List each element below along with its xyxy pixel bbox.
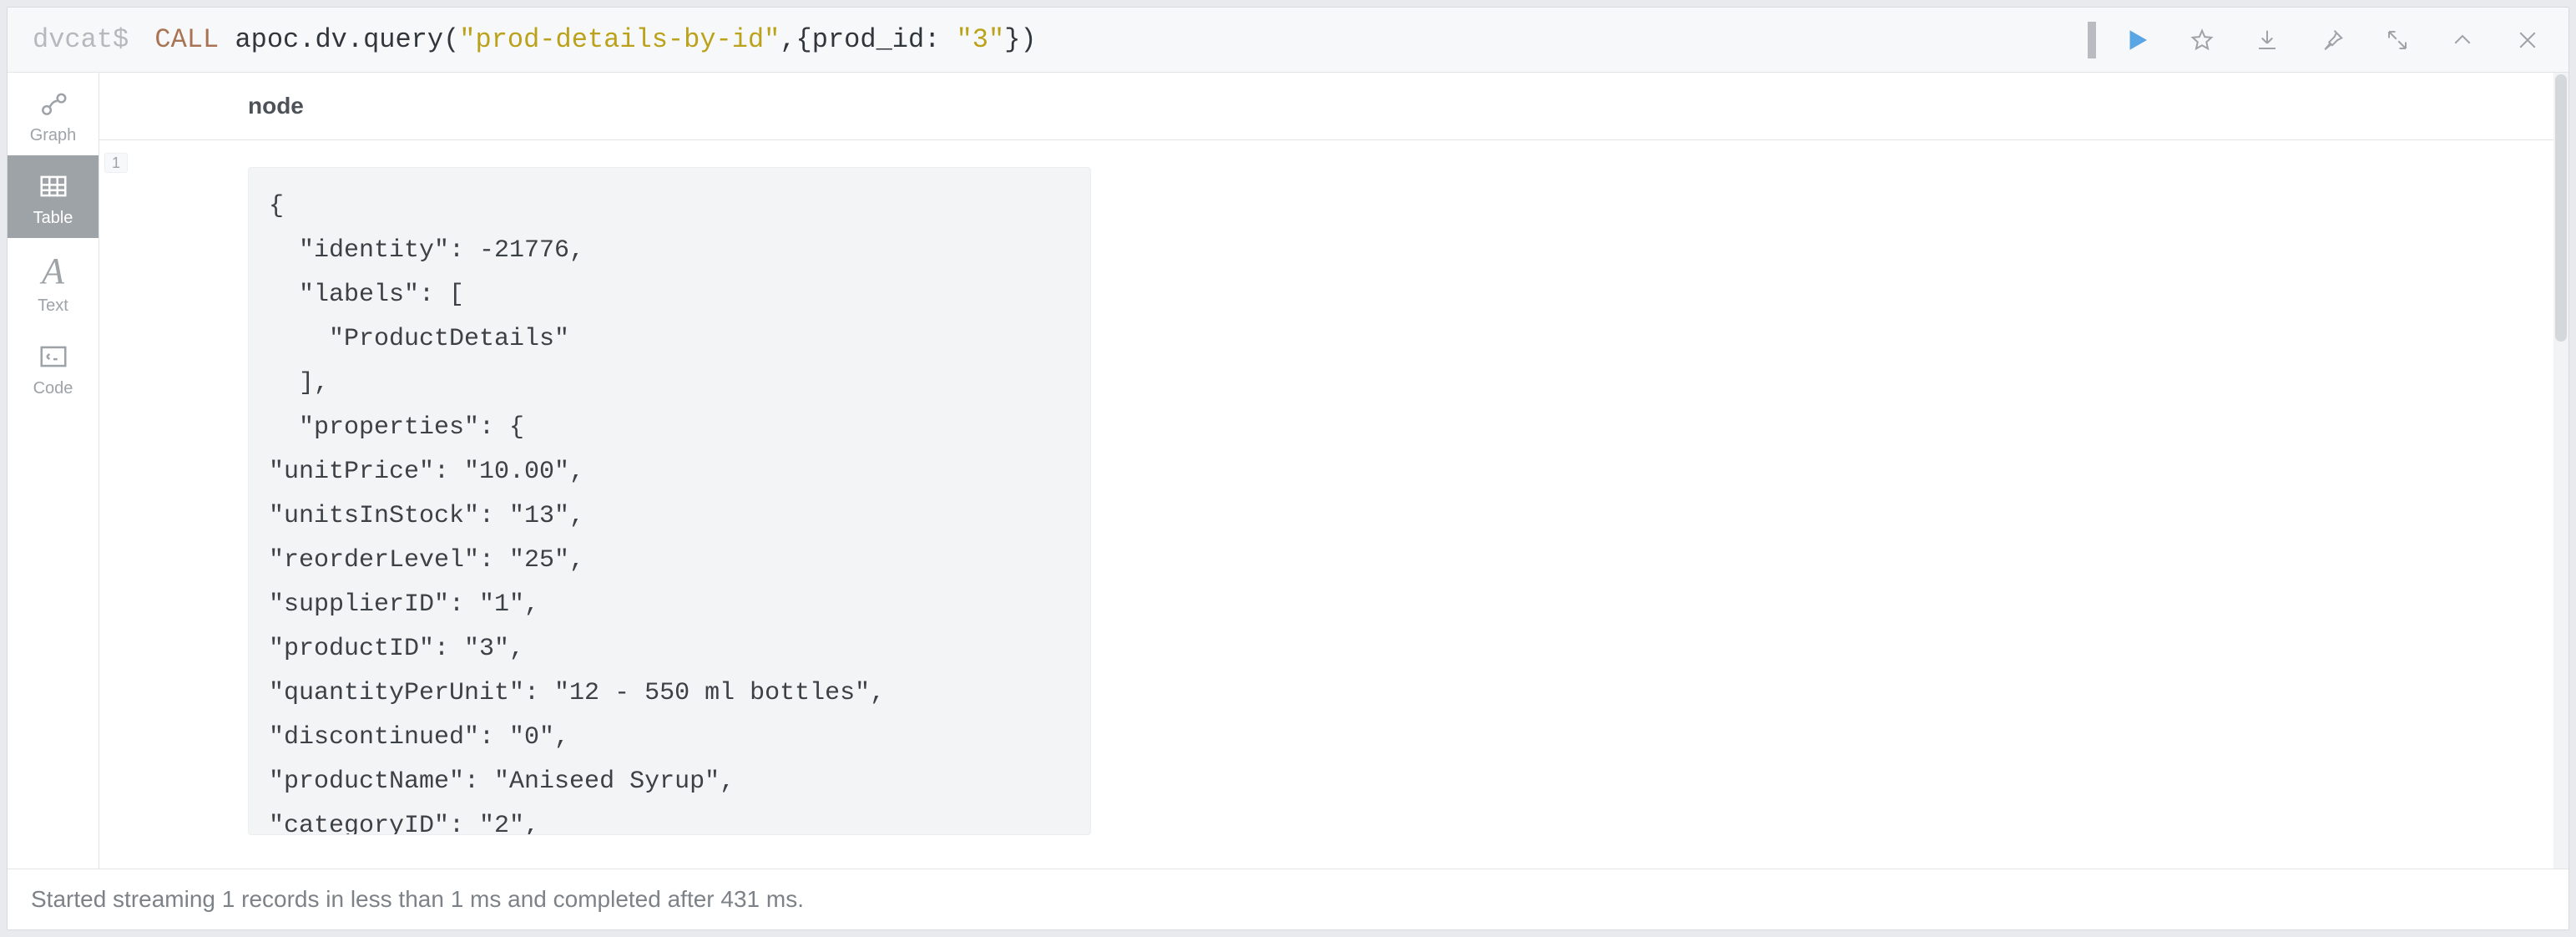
tab-graph[interactable]: Graph xyxy=(8,73,98,155)
tab-graph-label: Graph xyxy=(30,126,77,145)
favorite-button[interactable] xyxy=(2169,8,2235,73)
play-icon xyxy=(2124,28,2149,53)
query-editor[interactable]: CALL apoc.dv.query("prod-details-by-id",… xyxy=(139,8,2088,72)
result-frame: dvcat$ CALL apoc.dv.query("prod-details-… xyxy=(7,7,2569,930)
tab-code[interactable]: Code xyxy=(8,326,98,408)
tab-table[interactable]: Table xyxy=(8,155,98,238)
query-keyword: CALL xyxy=(154,24,219,55)
chevron-up-icon xyxy=(2450,28,2475,53)
column-header: node xyxy=(99,73,2568,140)
star-icon xyxy=(2190,28,2215,53)
query-arg2-close: } xyxy=(1004,24,1020,55)
close-icon xyxy=(2515,28,2540,53)
tab-table-label: Table xyxy=(33,209,73,228)
scrollbar-thumb[interactable] xyxy=(2555,74,2567,342)
query-prompt: dvcat$ xyxy=(8,8,142,72)
run-button[interactable] xyxy=(2104,8,2169,73)
tab-text[interactable]: A Text xyxy=(8,238,98,326)
pin-button[interactable] xyxy=(2300,8,2365,73)
query-arg2-val: "3" xyxy=(957,24,1005,55)
view-sidebar: Graph Table A Text Code xyxy=(8,73,99,869)
main-row: Graph Table A Text Code node 1 { "identi… xyxy=(8,73,2568,869)
close-button[interactable] xyxy=(2495,8,2560,73)
code-icon xyxy=(36,341,71,372)
expand-button[interactable] xyxy=(2365,8,2430,73)
download-icon xyxy=(2255,28,2280,53)
toolbar xyxy=(2104,8,2568,72)
status-bar: Started streaming 1 records in less than… xyxy=(8,869,2568,929)
tab-code-label: Code xyxy=(33,379,73,398)
row-number: 1 xyxy=(104,153,128,173)
table-icon xyxy=(36,170,71,202)
query-func: apoc.dv.query xyxy=(235,24,443,55)
graph-icon xyxy=(36,88,71,119)
pin-icon xyxy=(2320,28,2345,53)
scrollbar[interactable] xyxy=(2553,73,2568,869)
result-pane: node 1 { "identity": -21776, "labels": [… xyxy=(99,73,2568,869)
query-arg1: "prod-details-by-id" xyxy=(459,24,780,55)
tab-text-label: Text xyxy=(38,296,68,316)
text-icon: A xyxy=(42,253,64,290)
expand-icon xyxy=(2385,28,2410,53)
node-json-cell[interactable]: { "identity": -21776, "labels": [ "Produ… xyxy=(248,167,1091,835)
cursor xyxy=(2088,22,2096,58)
query-arg2-open: {prod_id: xyxy=(796,24,957,55)
cell-wrap: { "identity": -21776, "labels": [ "Produ… xyxy=(99,140,2568,869)
collapse-button[interactable] xyxy=(2430,8,2495,73)
download-button[interactable] xyxy=(2235,8,2300,73)
query-bar: dvcat$ CALL apoc.dv.query("prod-details-… xyxy=(8,8,2568,73)
